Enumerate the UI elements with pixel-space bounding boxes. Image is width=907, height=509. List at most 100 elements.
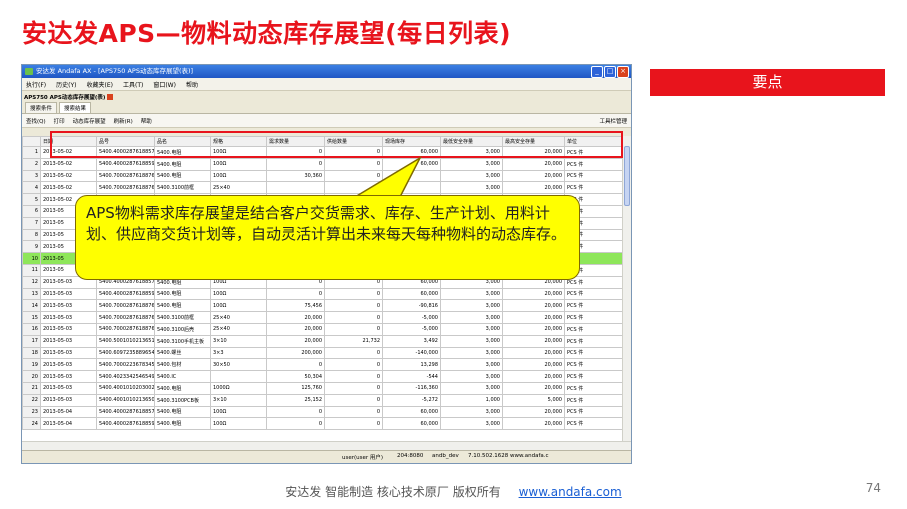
grid-header-cell[interactable]: 最高安全存量 (502, 136, 565, 147)
table-row[interactable]: 17 2013-05-03 5400.5001010213651 5400.3100手… (22, 334, 624, 348)
table-cell: 1,000 (440, 393, 503, 407)
sub-tabs: 搜索条件 搜索结果 (22, 102, 631, 114)
table-row[interactable]: 2 2013-05-02 5400.4000287618859 5400.电阻 100Ω… (22, 157, 624, 171)
window-titlebar[interactable]: 安达发 Andafa AX - [APS750 APS动态库存展望(表)] _ … (22, 65, 631, 78)
table-cell: 2013-05-04 (40, 405, 97, 419)
table-cell: 100Ω (210, 146, 267, 159)
menu-history[interactable]: 历史(Y) (56, 80, 76, 89)
vertical-scrollbar[interactable] (622, 136, 631, 441)
menu-tools[interactable]: 工具(T) (123, 80, 143, 89)
footer-link[interactable]: www.andafa.com (519, 485, 622, 499)
maximize-icon[interactable]: □ (604, 66, 616, 78)
search-button[interactable]: 查找(Q) (26, 117, 46, 125)
table-cell: PCS 件 (564, 370, 624, 383)
menu-execute[interactable]: 执行(F) (26, 80, 46, 89)
table-row[interactable]: 18 2013-05-03 5400.6097235889654 5400.螺丝 3×3… (22, 346, 624, 360)
table-cell: 3,000 (440, 287, 503, 301)
table-row[interactable]: 13 2013-05-03 5400.4000287618859 5400.电阻 100… (22, 287, 624, 301)
table-cell: 5400.电阻 (154, 169, 211, 183)
table-cell: 5400.4000287618859 (96, 417, 155, 431)
table-row[interactable]: 24 2013-05-04 5400.4000287618859 5400.电阻 100… (22, 417, 624, 431)
table-row[interactable]: 22 2013-05-03 5400.4001010213650 5400.3100P… (22, 393, 624, 407)
document-tab-close-icon[interactable] (107, 93, 114, 100)
table-cell: 3,000 (440, 157, 503, 171)
grid-header-cell[interactable]: 最低安全存量 (440, 136, 503, 147)
menu-favorites[interactable]: 收藏夹(E) (87, 80, 113, 89)
table-cell: 3,000 (440, 358, 503, 372)
tab-search-conditions[interactable]: 搜索条件 (25, 102, 58, 113)
table-cell: 5400.螺丝 (154, 346, 211, 360)
table-cell: 100Ω (210, 417, 267, 431)
table-cell: 0 (266, 157, 325, 171)
table-row[interactable]: 14 2013-05-03 5400.7000287618876 5400.电阻 100… (22, 299, 624, 313)
grid-header-cell[interactable]: 品号 (96, 136, 155, 147)
row-number: 22 (22, 393, 41, 407)
table-cell: 5400.4001010203002 (96, 381, 155, 395)
row-number: 14 (22, 299, 41, 313)
row-number: 10 (22, 252, 41, 265)
slide-title: 安达发APS—物料动态库存展望(每日列表) (22, 19, 512, 48)
table-cell: 5400.5001010213651 (96, 334, 155, 348)
table-cell: 0 (324, 405, 383, 419)
grid-header-cell[interactable]: 规格 (210, 136, 267, 147)
tab-search-results[interactable]: 搜索结果 (59, 102, 92, 113)
help-button[interactable]: 帮助 (141, 117, 152, 125)
table-row[interactable]: 4 2013-05-02 5400.7000287618876 5400.3100前框… (22, 181, 624, 195)
row-number: 13 (22, 287, 41, 301)
table-cell: 100Ω (210, 299, 267, 313)
table-row[interactable]: 15 2013-05-03 5400.7000287618876 5400.3100前… (22, 311, 624, 324)
menu-window[interactable]: 窗口(W) (153, 80, 176, 89)
row-number: 17 (22, 334, 41, 348)
dynamic-inventory-button[interactable]: 动态库存展望 (73, 117, 106, 125)
table-cell: 0 (324, 299, 383, 313)
table-cell: 5400.3100前框 (154, 311, 211, 324)
grid-header-cell[interactable]: 单位 (564, 136, 624, 147)
table-cell: 2013-05-03 (40, 370, 97, 383)
table-cell: PCS 件 (564, 381, 624, 395)
close-icon[interactable]: × (617, 66, 629, 78)
minimize-icon[interactable]: _ (591, 66, 603, 78)
table-cell: 0 (324, 146, 383, 159)
table-cell: 2013-05-03 (40, 287, 97, 301)
grid-header-cell[interactable]: 供给数量 (324, 136, 383, 147)
grid-header-cell[interactable]: 品名 (154, 136, 211, 147)
table-cell: 0 (324, 381, 383, 395)
scrollbar-thumb[interactable] (624, 146, 630, 206)
table-cell: 0 (324, 370, 383, 383)
table-cell: 5400.IC (154, 370, 211, 383)
refresh-button[interactable]: 刷新(R) (114, 117, 133, 125)
horizontal-scrollbar[interactable] (22, 441, 631, 450)
table-row[interactable]: 23 2013-05-04 5400.4000287618857 5400.电阻 100… (22, 405, 624, 419)
table-row[interactable]: 20 2013-05-03 5400.4023342546549 5400.IC 50,… (22, 370, 624, 383)
table-cell: 60,000 (382, 146, 441, 159)
table-cell: PCS 件 (564, 334, 624, 348)
table-cell: PCS 件 (564, 405, 624, 419)
grid-header-cell[interactable]: 现场库存 (382, 136, 441, 147)
table-cell: 5400.包材 (154, 358, 211, 372)
table-row[interactable]: 16 2013-05-03 5400.7000287618876 5400.3100后… (22, 322, 624, 336)
table-cell: 2013-05-02 (40, 157, 97, 171)
table-cell: PCS 件 (564, 146, 624, 159)
table-row[interactable]: 19 2013-05-03 5400.7000223678345 5400.包材 30×… (22, 358, 624, 372)
document-tab[interactable]: APS750 APS动态库存展望(表) (22, 91, 631, 102)
table-cell: PCS 件 (564, 181, 624, 195)
table-row[interactable]: 3 2013-05-02 5400.7000287618876 5400.电阻 100Ω… (22, 169, 624, 183)
menu-help[interactable]: 帮助 (186, 80, 198, 89)
table-row[interactable]: 21 2013-05-03 5400.4001010203002 5400.电阻 100… (22, 381, 624, 395)
grid-header-cell[interactable]: 需求数量 (266, 136, 325, 147)
table-cell: 3,000 (440, 322, 503, 336)
table-cell: 25,152 (266, 393, 325, 407)
table-cell: 20,000 (266, 311, 325, 324)
table-cell: 5400.3100后壳 (154, 322, 211, 336)
table-row[interactable]: 1 2013-05-02 5400.4000287618857 5400.电阻 100Ω… (22, 146, 624, 159)
table-cell: 100Ω (210, 157, 267, 171)
toolbar-manager-button[interactable]: 工具栏管理 (599, 117, 627, 125)
footer: 安达发 智能制造 核心技术原厂 版权所有 www.andafa.com (0, 483, 907, 500)
grid-header-cell[interactable]: 日期 (40, 136, 97, 147)
table-cell: PCS 件 (564, 417, 624, 431)
print-button[interactable]: 打印 (54, 117, 65, 125)
table-cell: -5,000 (382, 322, 441, 336)
grid-header-cell[interactable] (22, 136, 41, 147)
table-cell: 5400.电阻 (154, 417, 211, 431)
table-cell: PCS 件 (564, 346, 624, 360)
